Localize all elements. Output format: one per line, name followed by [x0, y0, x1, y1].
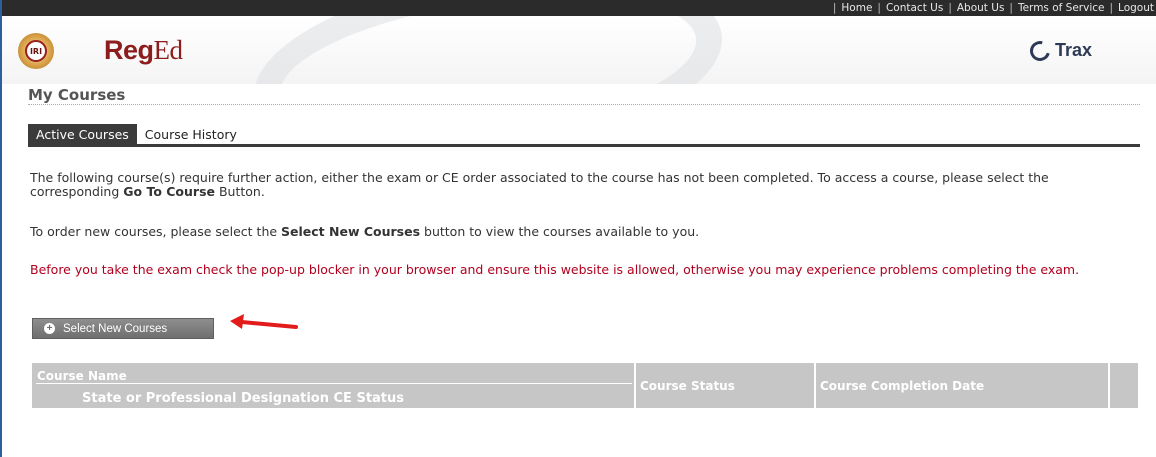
- red-arrow-icon: [230, 314, 298, 329]
- nav-home-link[interactable]: Home: [841, 2, 872, 14]
- trax-text: Trax: [1055, 40, 1093, 60]
- tab-course-history[interactable]: Course History: [137, 124, 245, 145]
- seal-text: IRI: [25, 40, 47, 62]
- course-name-label[interactable]: Course Name: [37, 369, 127, 383]
- order-text: To order new courses, please select the: [30, 224, 282, 239]
- title-divider: [28, 104, 1140, 105]
- popup-warning: Before you take the exam check the pop-u…: [30, 262, 1080, 277]
- trax-logo: Trax: [1026, 36, 1093, 65]
- nav-contact-link[interactable]: Contact Us: [886, 2, 943, 14]
- completion-date-header[interactable]: Course Completion Date: [814, 363, 1108, 408]
- courses-table-header: Course Name State or Professional Design…: [32, 363, 1138, 408]
- header-divider: [36, 383, 632, 384]
- completion-date-label: Course Completion Date: [820, 378, 985, 393]
- go-to-course-emphasis: Go To Course: [123, 184, 215, 199]
- tabs-divider: [28, 144, 1140, 147]
- brand-light-text: Ed: [153, 35, 184, 65]
- course-status-label: Course Status: [640, 378, 735, 393]
- trax-icon: [1026, 36, 1054, 65]
- designation-status-label: State or Professional Designation CE Sta…: [82, 391, 405, 406]
- page-title: My Courses: [28, 86, 126, 104]
- top-navigation: | Home | Contact Us | About Us | Terms o…: [2, 0, 1156, 16]
- nav-terms-link[interactable]: Terms of Service: [1018, 2, 1105, 14]
- select-new-courses-label: Select New Courses: [63, 322, 168, 335]
- instructions-suffix: Button.: [215, 184, 265, 199]
- course-tabs: Active Courses Course History: [28, 124, 245, 145]
- brand-bold-text: Reg: [104, 35, 154, 65]
- course-name-header: Course Name State or Professional Design…: [32, 363, 634, 408]
- order-suffix: button to view the courses available to …: [420, 224, 700, 239]
- select-new-courses-emphasis: Select New Courses: [281, 224, 421, 239]
- nav-logout-link[interactable]: Logout: [1118, 2, 1156, 14]
- tab-active-courses[interactable]: Active Courses: [28, 124, 137, 145]
- iri-seal-logo: IRI: [18, 33, 54, 69]
- plus-circle-icon: +: [44, 323, 55, 334]
- instructions-paragraph: The following course(s) require further …: [30, 171, 1130, 199]
- course-status-header[interactable]: Course Status: [634, 363, 814, 408]
- order-paragraph: To order new courses, please select the …: [30, 225, 1130, 239]
- action-column-header: [1108, 363, 1138, 408]
- select-new-courses-button[interactable]: + Select New Courses: [32, 318, 214, 339]
- nav-about-link[interactable]: About Us: [957, 2, 1005, 14]
- site-header: IRI RegEd Trax: [2, 16, 1156, 84]
- header-decoration: [241, 16, 735, 84]
- reged-logo: RegEd: [104, 35, 183, 65]
